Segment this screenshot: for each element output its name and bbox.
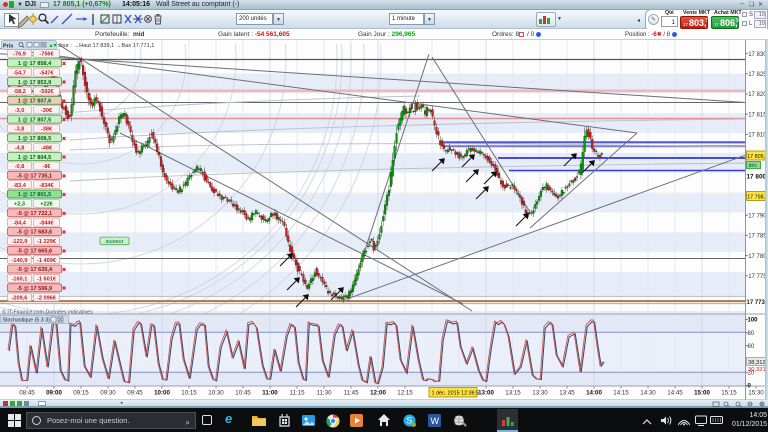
- svg-text:-592€: -592€: [39, 89, 54, 95]
- svg-text:-5 @ 17 596,9: -5 @ 17 596,9: [17, 286, 52, 292]
- svg-text:-122,9: -122,9: [12, 239, 28, 245]
- svg-text:-30€: -30€: [41, 108, 53, 114]
- svg-text:✖: ✖: [62, 285, 67, 292]
- svg-text:09:45: 09:45: [127, 390, 143, 397]
- svg-text:14:45: 14:45: [667, 390, 683, 397]
- svg-text:-160,1: -160,1: [12, 277, 28, 283]
- svg-text:09:15: 09:15: [73, 390, 89, 397]
- svg-text:Stochastique (5 3 3): Stochastique (5 3 3): [3, 317, 51, 323]
- svg-text:10:30: 10:30: [208, 390, 224, 397]
- svg-text:30,331: 30,331: [748, 367, 766, 373]
- svg-text:12:00: 12:00: [370, 390, 386, 397]
- svg-text:13:00: 13:00: [478, 390, 494, 397]
- svg-text:✖: ✖: [62, 248, 67, 255]
- svg-text:-5 @ 17 722,1: -5 @ 17 722,1: [17, 211, 52, 217]
- svg-text:+2,3: +2,3: [14, 202, 25, 208]
- svg-text:-5 @ 17 665,6: -5 @ 17 665,6: [17, 249, 52, 255]
- svg-text:+22€: +22€: [40, 202, 53, 208]
- svg-text:14:30: 14:30: [640, 390, 656, 397]
- svg-text:1 @ 17 807,6: 1 @ 17 807,6: [18, 99, 51, 105]
- svg-text:-76,9: -76,9: [13, 52, 26, 58]
- svg-text:10:00: 10:00: [154, 390, 170, 397]
- svg-text:✖: ✖: [62, 117, 67, 124]
- svg-text:✖: ✖: [62, 135, 67, 142]
- svg-text:✖: ✖: [62, 267, 67, 274]
- svg-text:-1 409€: -1 409€: [37, 258, 57, 264]
- svg-text:10:45: 10:45: [235, 390, 251, 397]
- svg-text:✖: ✖: [62, 98, 67, 105]
- svg-text:✖: ✖: [62, 173, 67, 180]
- svg-text:15:15: 15:15: [721, 390, 737, 397]
- svg-text:✖: ✖: [62, 154, 67, 161]
- svg-text:-54,7: -54,7: [13, 70, 26, 76]
- svg-text:1 @ 17 804,5: 1 @ 17 804,5: [18, 155, 51, 161]
- svg-text:1 @ 17 808,5: 1 @ 17 808,5: [18, 136, 51, 142]
- svg-text:13:15: 13:15: [505, 390, 521, 397]
- svg-text:08:45: 08:45: [19, 390, 35, 397]
- svg-text:-5 @ 17 683,6: -5 @ 17 683,6: [17, 230, 52, 236]
- svg-text:suiveur: suiveur: [105, 239, 123, 245]
- svg-text:14:00: 14:00: [586, 390, 602, 397]
- svg-text:38,312: 38,312: [748, 360, 766, 366]
- svg-text:-1 601€: -1 601€: [37, 277, 57, 283]
- svg-text:-140,9: -140,9: [12, 258, 28, 264]
- svg-text:-844€: -844€: [39, 220, 54, 226]
- svg-text:100: 100: [748, 318, 759, 324]
- svg-text:1 @ 17 858,4: 1 @ 17 858,4: [18, 61, 52, 67]
- svg-text:09:00: 09:00: [46, 390, 62, 397]
- svg-text:-547€: -547€: [39, 70, 54, 76]
- svg-text:✖: ✖: [62, 192, 67, 199]
- svg-text:-756€: -756€: [39, 52, 54, 58]
- svg-text:1 @ 17 807,5: 1 @ 17 807,5: [18, 117, 51, 123]
- svg-text:dès: dès: [749, 163, 758, 169]
- svg-text:-4,8: -4,8: [15, 145, 25, 151]
- svg-text:Prix: Prix: [3, 43, 13, 49]
- svg-text:-5 @ 17 735,1: -5 @ 17 735,1: [17, 174, 52, 180]
- svg-text:-2 096€: -2 096€: [37, 295, 57, 301]
- svg-text:11:00: 11:00: [262, 390, 278, 397]
- svg-text:17 773: 17 773: [747, 300, 766, 306]
- svg-text:-834€: -834€: [39, 183, 54, 189]
- svg-text:60: 60: [748, 344, 755, 350]
- svg-text:-84,4: -84,4: [13, 220, 27, 226]
- svg-text:11:45: 11:45: [343, 390, 359, 397]
- svg-text:80: 80: [748, 331, 755, 337]
- svg-text:-0,8: -0,8: [15, 164, 25, 170]
- svg-text:-1 229€: -1 229€: [37, 239, 57, 245]
- svg-text:15:30: 15:30: [748, 390, 764, 397]
- svg-text:13:30: 13:30: [532, 390, 548, 397]
- svg-text:09:30: 09:30: [100, 390, 116, 397]
- svg-text:-3,8: -3,8: [15, 127, 25, 133]
- svg-text:✖: ✖: [62, 229, 67, 236]
- svg-text:-83,4: -83,4: [13, 183, 27, 189]
- svg-text:-5 @ 17 635,4: -5 @ 17 635,4: [17, 267, 53, 273]
- svg-text:17 800: 17 800: [747, 173, 767, 180]
- svg-text:W: W: [431, 416, 440, 426]
- svg-text:-58,2: -58,2: [13, 89, 26, 95]
- svg-text:10:15: 10:15: [181, 390, 197, 397]
- svg-text:✖: ✖: [62, 79, 67, 86]
- svg-text:© IT-Finance.com Données indic: © IT-Finance.com Données indicatives: [2, 309, 93, 316]
- svg-text:12:15: 12:15: [397, 390, 413, 397]
- svg-text:✖: ✖: [62, 210, 67, 217]
- svg-text:11:30: 11:30: [316, 390, 332, 397]
- svg-text:1 @ 17 853,9: 1 @ 17 853,9: [18, 80, 51, 86]
- svg-text:15:00: 15:00: [694, 390, 710, 397]
- svg-text:11:15: 11:15: [289, 390, 305, 397]
- svg-text:14:15: 14:15: [613, 390, 629, 397]
- svg-text:13:45: 13:45: [559, 390, 575, 397]
- svg-text:1 @ 17 801,5: 1 @ 17 801,5: [18, 192, 51, 198]
- svg-text:1 déc. 2015 12:36:5: 1 déc. 2015 12:36:5: [432, 391, 480, 397]
- svg-text:-38€: -38€: [41, 127, 53, 133]
- svg-text:-209,6: -209,6: [12, 295, 28, 301]
- svg-text:✖: ✖: [62, 60, 67, 67]
- svg-text:-8€: -8€: [42, 164, 51, 170]
- svg-text:-3,0: -3,0: [15, 108, 25, 114]
- svg-text:-48€: -48€: [41, 145, 53, 151]
- svg-text:Jour : →Haut 17 839,1 →Bas 17: Jour : →Haut 17 839,1 →Bas 17 771,1: [58, 43, 154, 49]
